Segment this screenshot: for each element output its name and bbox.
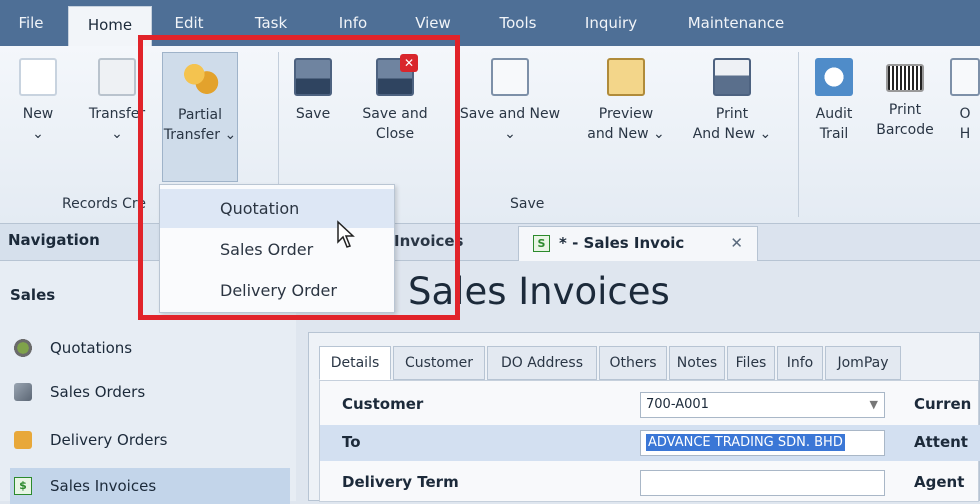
nav-item-sales-orders[interactable]: Sales Orders [10,374,290,410]
mouse-cursor-icon [337,220,355,248]
document-icon [491,58,529,96]
menu-tools[interactable]: Tools [490,0,546,46]
nav-item-delivery-orders[interactable]: Delivery Orders [10,422,290,458]
save-and-close-button[interactable]: Save and Close [352,52,438,144]
group-label-records: Records Cre [62,196,146,212]
navigation-title: Navigation [8,231,100,249]
menu-item-sales-order[interactable]: Sales Order [160,230,394,269]
invoice-icon: S [533,235,550,252]
menu-file[interactable]: File [8,0,54,46]
menu-item-quotation[interactable]: Quotation [160,189,394,228]
printer-icon [713,58,751,96]
close-icon[interactable]: ✕ [730,227,743,260]
sales-order-icon [14,383,32,401]
quotation-icon [14,339,32,357]
tab-files[interactable]: Files [727,346,775,380]
tab-notes[interactable]: Notes [669,346,725,380]
nav-item-sales-invoices[interactable]: $ Sales Invoices [10,468,290,504]
audit-trail-button[interactable]: Audit Trail [806,52,862,144]
menu-task[interactable]: Task [246,0,296,46]
customer-label: Customer [342,395,424,413]
document-tab-bar: Invoices S * - Sales Invoic ✕ [296,224,980,261]
new-document-icon [19,58,57,96]
new-button[interactable]: New ⌄ [10,52,66,144]
tab-sales-invoice[interactable]: S * - Sales Invoic ✕ [518,226,758,261]
nav-section-sales[interactable]: Sales [10,286,55,304]
document-icon [950,58,980,96]
details-panel: Details Customer DO Address Others Notes… [308,332,980,502]
to-label: To [342,433,361,451]
tab-others[interactable]: Others [599,346,667,380]
tab-invoices[interactable]: Invoices [394,232,463,250]
menu-item-delivery-order[interactable]: Delivery Order [160,271,394,310]
dropdown-arrow-icon[interactable]: ▼ [870,393,878,417]
to-row: To ADVANCE TRADING SDN. BHD Attent [320,425,980,461]
delivery-icon [14,431,32,449]
barcode-icon [886,64,924,92]
ribbon: New ⌄ Transfer ⌄ Partial Transfer ⌄ Reco… [0,46,980,224]
transfer-button[interactable]: Transfer ⌄ [78,52,156,144]
cut-off-button[interactable]: O H [950,52,980,144]
tab-jompay[interactable]: JomPay [825,346,901,380]
group-label-save: Save [510,196,545,212]
page-title: Sales Invoices [408,270,670,313]
delivery-term-field[interactable] [640,470,885,496]
customer-row: Customer 700-A001 ▼ Curren [320,387,980,423]
delivery-term-row: Delivery Term Agent [320,465,980,501]
print-and-new-button[interactable]: Print And New ⌄ [684,52,780,144]
details-form: Customer 700-A001 ▼ Curren To ADVANCE TR… [319,380,980,502]
save-button[interactable]: Save [284,52,342,124]
delivery-term-label: Delivery Term [342,473,459,491]
menu-view[interactable]: View [408,0,458,46]
preview-and-new-button[interactable]: Preview and New ⌄ [580,52,672,144]
save-and-new-button[interactable]: Save and New ⌄ [452,52,568,144]
transfer-icon [98,58,136,96]
tab-info[interactable]: Info [777,346,823,380]
tab-do-address[interactable]: DO Address [487,346,597,380]
partial-transfer-button[interactable]: Partial Transfer ⌄ [162,52,238,182]
agent-label: Agent [914,473,965,491]
nav-item-quotations[interactable]: Quotations [10,330,290,366]
customer-combo[interactable]: 700-A001 ▼ [640,392,885,418]
save-close-icon [376,54,418,96]
menu-inquiry[interactable]: Inquiry [578,0,644,46]
currency-label: Curren [914,395,972,413]
invoice-icon: $ [14,477,32,495]
to-field[interactable]: ADVANCE TRADING SDN. BHD [640,430,885,456]
print-barcode-button[interactable]: Print Barcode [872,52,938,140]
menu-info[interactable]: Info [330,0,376,46]
menu-maintenance[interactable]: Maintenance [680,0,792,46]
partial-transfer-dropdown: Quotation Sales Order Delivery Order [159,184,395,313]
boxes-icon [181,59,219,97]
attention-label: Attent [914,433,968,451]
document-area: Invoices S * - Sales Invoic ✕ Sales Invo… [296,224,980,502]
menu-edit[interactable]: Edit [164,0,214,46]
audit-trail-icon [815,58,853,96]
menu-bar: File Home Edit Task Info View Tools Inqu… [0,0,980,46]
group-separator [798,52,799,217]
floppy-disk-icon [294,58,332,96]
menu-home[interactable]: Home [68,6,152,46]
tab-details[interactable]: Details [319,346,391,380]
clipboard-icon [607,58,645,96]
tab-customer[interactable]: Customer [393,346,485,380]
